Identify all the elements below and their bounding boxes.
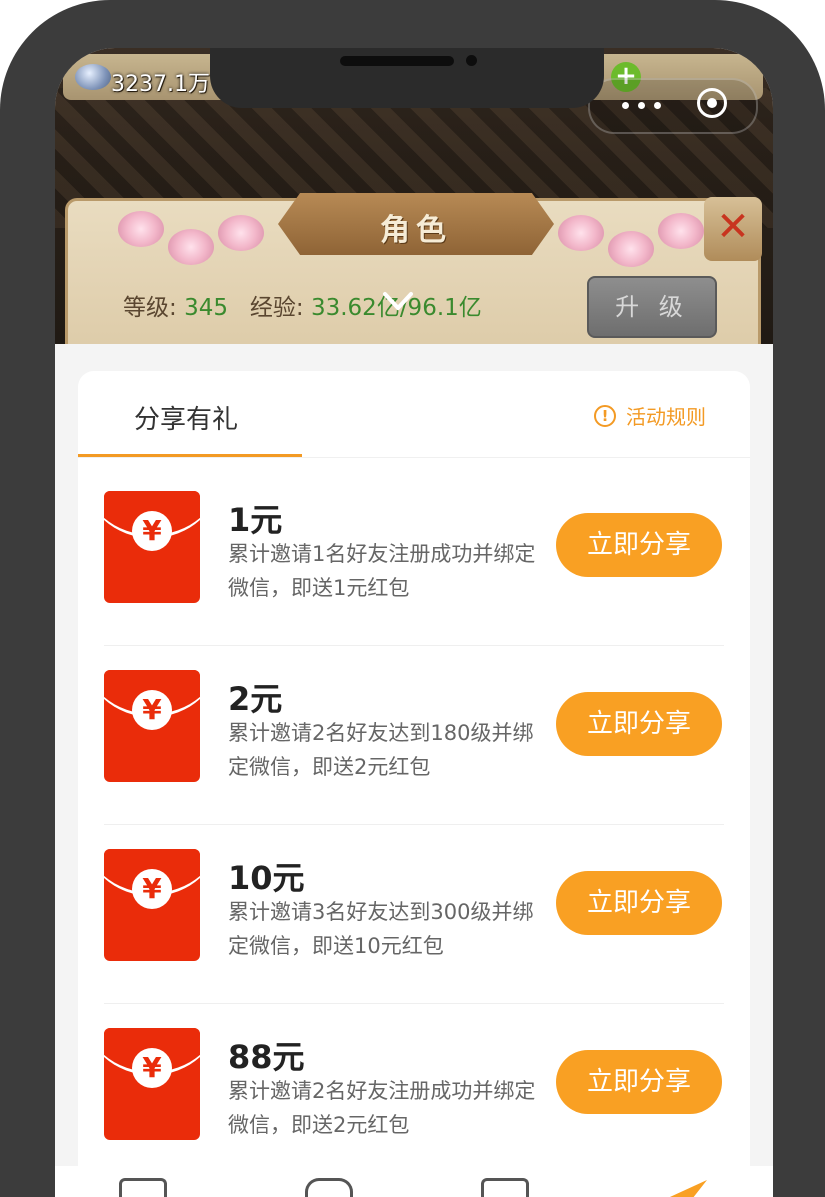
red-envelope-icon: ¥ (104, 1028, 200, 1140)
red-envelope-icon: ¥ (104, 670, 200, 782)
share-rewards-sheet: 分享有礼 ! 活动规则 ¥ 1元 累计邀请1名好友注册成功并绑定微信，即送1元红… (78, 371, 750, 1197)
tab-share-gift[interactable]: 分享有礼 (134, 399, 238, 436)
upgrade-button[interactable]: 升 级 (587, 276, 717, 338)
share-now-button[interactable]: 立即分享 (556, 871, 722, 935)
red-envelope-icon: ¥ (104, 849, 200, 961)
yen-symbol: ¥ (132, 869, 172, 909)
nav-send-icon[interactable] (655, 1174, 711, 1197)
red-envelope-icon: ¥ (104, 491, 200, 603)
blossom-decoration (608, 231, 654, 267)
front-camera (466, 55, 477, 66)
reward-item: ¥ 10元 累计邀请3名好友达到300级并绑定微信，即送10元红包 立即分享 (104, 825, 724, 1004)
reward-amount: 10元 (228, 859, 305, 897)
panel-title: 角色 (380, 213, 452, 248)
nav-message-icon[interactable] (305, 1178, 353, 1197)
level-exp-line: 等级: 345 经验: 33.62亿/96.1亿 (123, 288, 482, 322)
share-now-button[interactable]: 立即分享 (556, 692, 722, 756)
yen-symbol: ¥ (132, 690, 172, 730)
reward-item: ¥ 2元 累计邀请2名好友达到180级并绑定微信，即送2元红包 立即分享 (104, 646, 724, 825)
reward-list: ¥ 1元 累计邀请1名好友注册成功并绑定微信，即送1元红包 立即分享 ¥ 2元 … (104, 467, 724, 1183)
nav-cat-icon[interactable] (119, 1178, 167, 1197)
more-dots-icon[interactable] (622, 100, 672, 110)
share-now-button[interactable]: 立即分享 (556, 513, 722, 577)
info-icon: ! (594, 404, 616, 427)
blossom-decoration (168, 229, 214, 265)
close-target-icon[interactable] (697, 88, 727, 118)
bottom-navigation (55, 1166, 773, 1197)
reward-amount: 2元 (228, 680, 283, 718)
yen-symbol: ¥ (132, 1048, 172, 1088)
reward-item: ¥ 88元 累计邀请2名好友注册成功并绑定微信，即送2元红包 立即分享 (104, 1004, 724, 1183)
chevron-down-icon[interactable] (381, 284, 415, 318)
screen: 3237.1万 + 角色 ✕ 等级: 345 经验: 33.62亿/96.1亿 … (55, 48, 773, 1197)
tab-active-indicator (78, 454, 302, 457)
reward-description: 累计邀请2名好友注册成功并绑定微信，即送2元红包 (228, 1079, 536, 1137)
reward-description: 累计邀请2名好友达到180级并绑定微信，即送2元红包 (228, 721, 534, 779)
sheet-header: 分享有礼 ! 活动规则 (78, 371, 750, 458)
blossom-decoration (558, 215, 604, 251)
miniprogram-capsule[interactable] (588, 78, 758, 134)
phone-frame: 3237.1万 + 角色 ✕ 等级: 345 经验: 33.62亿/96.1亿 … (0, 0, 825, 1197)
silver-coin-icon (75, 64, 111, 90)
reward-description: 累计邀请1名好友注册成功并绑定微信，即送1元红包 (228, 542, 536, 600)
close-icon[interactable]: ✕ (704, 197, 762, 261)
level-label: 等级: (123, 295, 177, 321)
currency-amount: 3237.1万 (111, 72, 210, 97)
reward-amount: 1元 (228, 501, 283, 539)
nav-gift-icon[interactable] (481, 1178, 529, 1197)
share-now-button[interactable]: 立即分享 (556, 1050, 722, 1114)
speaker (340, 56, 454, 66)
activity-rules-link[interactable]: ! 活动规则 (594, 401, 706, 430)
reward-amount: 88元 (228, 1038, 305, 1076)
blossom-decoration (218, 215, 264, 251)
reward-description: 累计邀请3名好友达到300级并绑定微信，即送10元红包 (228, 900, 534, 958)
phone-notch (210, 48, 604, 108)
blossom-decoration (658, 213, 704, 249)
activity-rules-label: 活动规则 (626, 405, 706, 429)
blossom-decoration (118, 211, 164, 247)
yen-symbol: ¥ (132, 511, 172, 551)
reward-item: ¥ 1元 累计邀请1名好友注册成功并绑定微信，即送1元红包 立即分享 (104, 467, 724, 646)
exp-label: 经验: (249, 295, 304, 321)
level-value: 345 (184, 295, 228, 321)
